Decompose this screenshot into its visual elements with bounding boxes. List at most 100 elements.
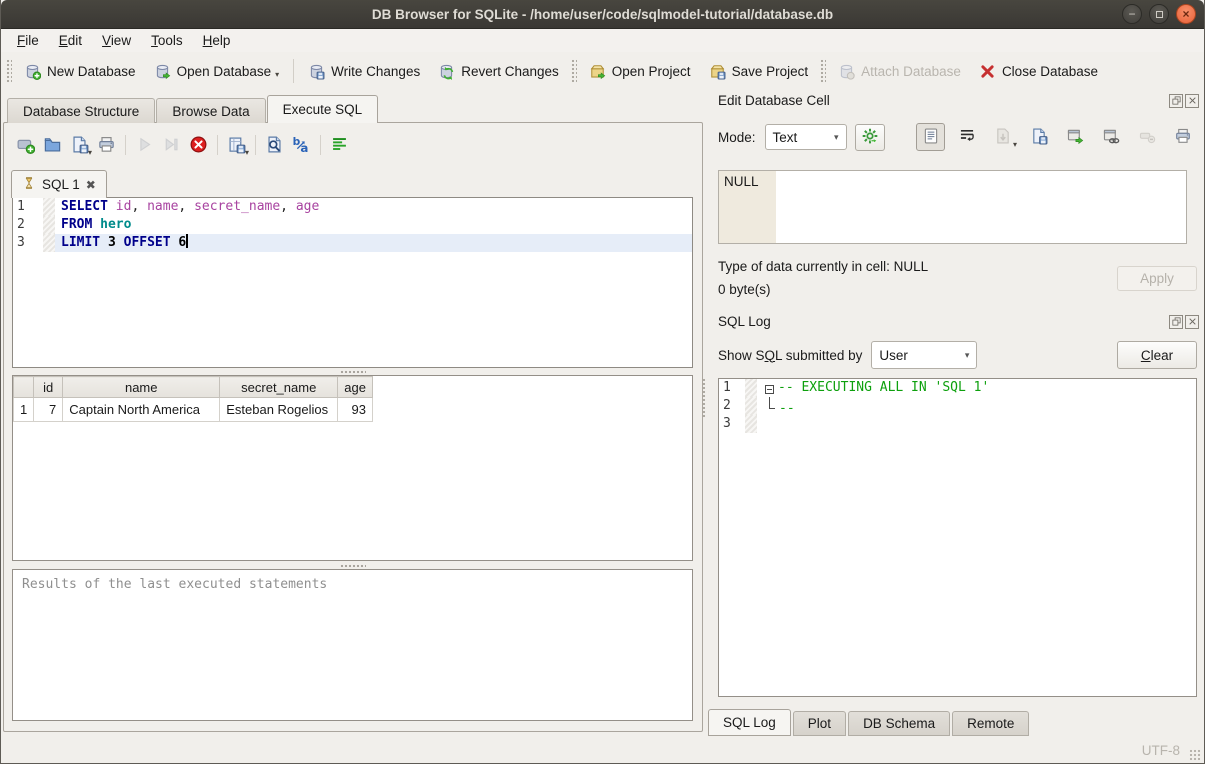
line-number: 1 <box>719 379 745 397</box>
word-wrap-button[interactable] <box>952 123 981 151</box>
replace-button[interactable]: ba <box>288 131 315 158</box>
save-sql-file-button[interactable]: ▾ <box>66 131 93 158</box>
fold-margin <box>745 379 757 397</box>
column-header-secret-name[interactable]: secret_name <box>220 377 338 398</box>
tab-remote[interactable]: Remote <box>952 711 1029 736</box>
sql-log-header: SQL Log <box>718 314 1199 329</box>
new-tab-button[interactable] <box>12 131 39 158</box>
open-external-button[interactable] <box>1060 123 1089 151</box>
sql-toolbar: ▾ ▾ ba <box>12 131 353 158</box>
toolbar-drag-handle[interactable] <box>6 59 12 83</box>
stop-icon <box>189 135 208 154</box>
titlebar: DB Browser for SQLite - /home/user/code/… <box>1 0 1204 29</box>
sql-editor[interactable]: 1SELECT id, name, secret_name, age2FROM … <box>12 197 693 368</box>
print-button[interactable] <box>93 131 120 158</box>
splitter-vertical[interactable] <box>702 378 707 418</box>
execution-messages[interactable]: Results of the last executed statements <box>12 569 693 721</box>
text-mode-button[interactable] <box>916 123 945 151</box>
code-text[interactable]: SELECT id, name, secret_name, age <box>55 198 692 216</box>
maximize-button[interactable] <box>1149 4 1169 24</box>
tab-database-structure[interactable]: Database Structure <box>7 98 155 123</box>
log-line: 2-- <box>719 397 1196 415</box>
main-toolbar: New Database Open Database ▾ Write Chang… <box>1 52 1204 90</box>
toolbar-separator <box>320 135 321 155</box>
menu-view[interactable]: View <box>92 31 141 50</box>
tab-db-schema[interactable]: DB Schema <box>848 711 950 736</box>
fold-margin <box>745 415 757 433</box>
format-icon <box>330 135 349 154</box>
link-button[interactable] <box>1096 123 1125 151</box>
fold-margin <box>43 216 55 234</box>
splitter-editor-results[interactable] <box>12 369 693 374</box>
find-button[interactable] <box>261 131 288 158</box>
menu-tools[interactable]: Tools <box>141 31 193 50</box>
tab-plot[interactable]: Plot <box>793 711 846 736</box>
minimize-button[interactable]: − <box>1122 4 1142 24</box>
column-header-age[interactable]: age <box>338 377 373 398</box>
menu-edit[interactable]: Edit <box>49 31 92 50</box>
column-header-name[interactable]: name <box>63 377 220 398</box>
splitter-results-messages[interactable] <box>12 563 693 568</box>
clear-log-button[interactable]: Clear <box>1117 341 1197 369</box>
submitter-select[interactable]: User ▾ <box>871 341 977 369</box>
cell-id[interactable]: 7 <box>34 398 63 422</box>
format-button[interactable] <box>326 131 353 158</box>
mode-select[interactable]: Text ▾ <box>765 124 847 150</box>
stop-button[interactable] <box>185 131 212 158</box>
auto-apply-button[interactable] <box>855 124 885 151</box>
tab-browse-data[interactable]: Browse Data <box>156 98 265 123</box>
close-panel-button[interactable] <box>1185 94 1199 108</box>
close-panel-button[interactable] <box>1185 315 1199 329</box>
column-header-id[interactable]: id <box>34 377 63 398</box>
fold-marker-icon[interactable] <box>765 385 774 394</box>
export-button[interactable] <box>1024 123 1053 151</box>
row-header[interactable]: 1 <box>14 398 34 422</box>
write-changes-button[interactable]: Write Changes <box>299 58 429 85</box>
revert-changes-button[interactable]: Revert Changes <box>429 58 568 85</box>
new-tab-icon <box>16 135 35 154</box>
sql-log-view[interactable]: 1-- EXECUTING ALL IN 'SQL 1'2--3 <box>718 378 1197 697</box>
execute-all-button <box>131 131 158 158</box>
print-button[interactable] <box>1168 123 1197 151</box>
line-number: 2 <box>13 216 43 234</box>
sql-tab-bar: SQL 1 ✖ <box>11 170 107 198</box>
float-panel-button[interactable] <box>1169 315 1183 329</box>
close-database-button[interactable]: Close Database <box>970 58 1107 85</box>
cell-value-editor[interactable]: NULL <box>718 170 1187 244</box>
toolbar-drag-handle[interactable] <box>571 59 577 83</box>
mode-label: Mode: <box>718 130 756 145</box>
cell-name[interactable]: Captain North America <box>63 398 220 422</box>
link-icon <box>1102 127 1120 148</box>
corner-header[interactable] <box>14 377 34 398</box>
apply-button: Apply <box>1117 266 1197 291</box>
open-sql-file-button[interactable] <box>39 131 66 158</box>
code-text[interactable]: FROM hero <box>55 216 692 234</box>
close-tab-icon[interactable]: ✖ <box>86 178 96 192</box>
close-button[interactable]: × <box>1176 4 1196 24</box>
open-project-button[interactable]: Open Project <box>580 58 700 85</box>
menubar: File Edit View Tools Help <box>1 29 1204 52</box>
cell-value: NULL <box>724 174 759 189</box>
sql-editor-tab[interactable]: SQL 1 ✖ <box>11 170 107 198</box>
menu-file[interactable]: File <box>7 31 49 50</box>
open-database-button[interactable]: Open Database ▾ <box>145 58 289 85</box>
chevron-down-icon: ▾ <box>245 149 249 158</box>
save-project-button[interactable]: Save Project <box>700 58 818 85</box>
cell-secret-name[interactable]: Esteban Rogelios <box>220 398 338 422</box>
float-panel-button[interactable] <box>1169 94 1183 108</box>
tab-execute-sql[interactable]: Execute SQL <box>267 95 379 123</box>
dock-tab-bar: SQL Log Plot DB Schema Remote <box>708 709 1031 736</box>
new-database-button[interactable]: New Database <box>15 58 145 85</box>
save-results-button[interactable]: ▾ <box>223 131 250 158</box>
resize-grip-icon[interactable] <box>1189 749 1201 761</box>
toolbar-drag-handle[interactable] <box>820 59 826 83</box>
text-cursor <box>186 234 188 248</box>
menu-help[interactable]: Help <box>193 31 241 50</box>
edit-cell-title: Edit Database Cell <box>718 93 830 108</box>
close-icon <box>1188 96 1197 105</box>
cell-age[interactable]: 93 <box>338 398 373 422</box>
code-text[interactable]: LIMIT 3 OFFSET 6 <box>55 234 692 252</box>
cell-mode-row: Mode: Text ▾ ▾ <box>718 123 1197 151</box>
open-project-icon <box>589 63 606 80</box>
tab-sql-log[interactable]: SQL Log <box>708 709 791 736</box>
